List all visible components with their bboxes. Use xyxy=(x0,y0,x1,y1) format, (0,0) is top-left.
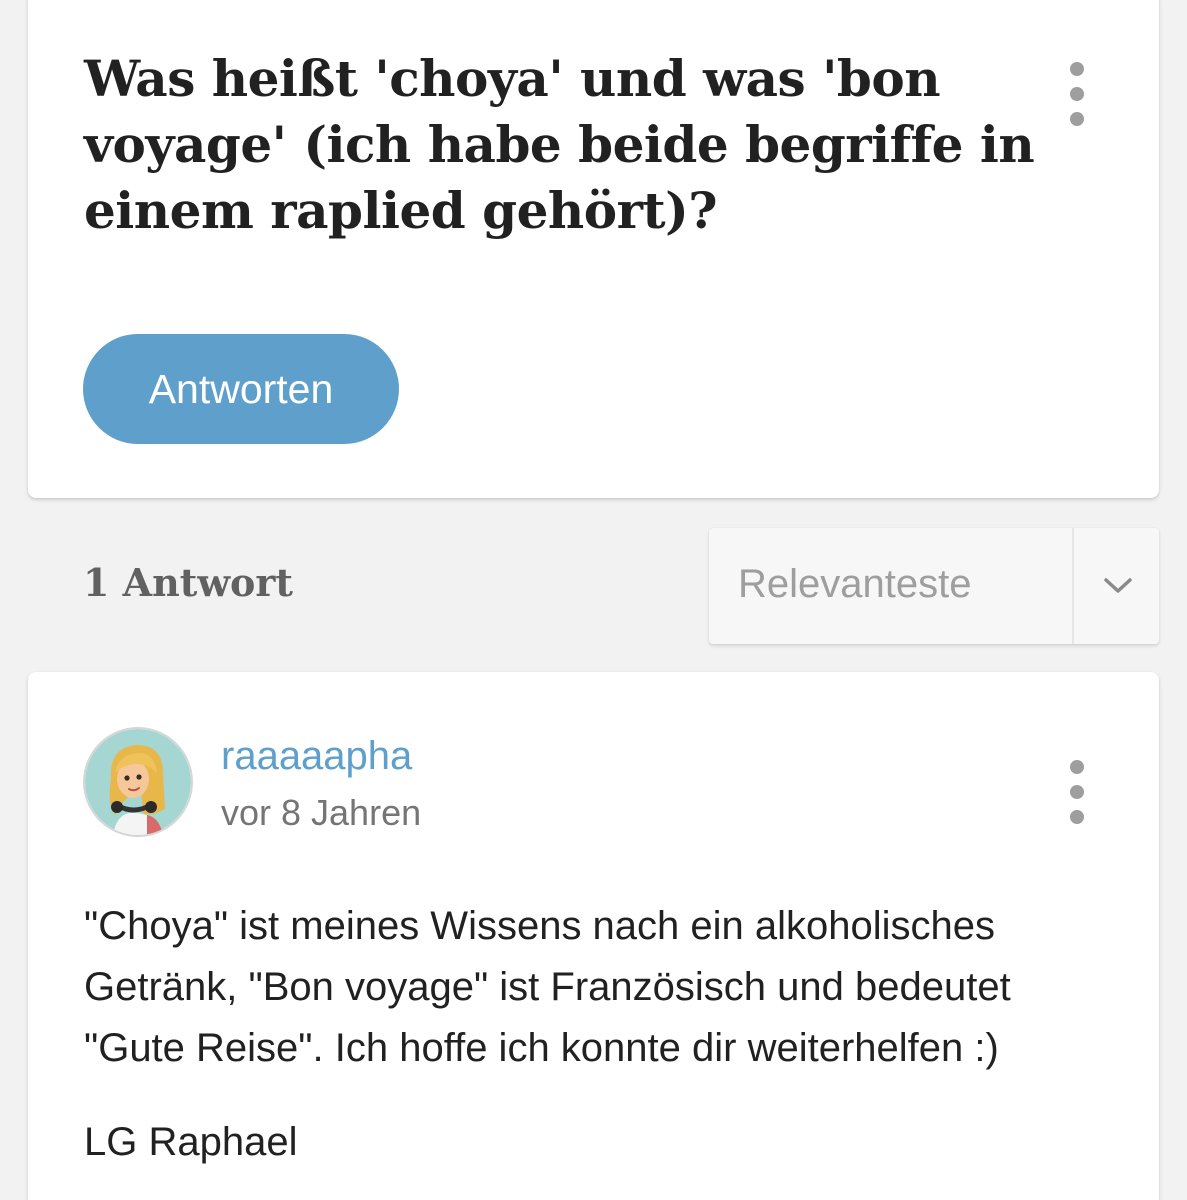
answer-button[interactable]: Antworten xyxy=(83,334,399,444)
question-card: Was heißt 'choya' und was 'bon voyage' (… xyxy=(28,0,1159,498)
kebab-dot xyxy=(1070,62,1084,76)
sort-dropdown[interactable]: Relevanteste xyxy=(709,528,1159,644)
answer-more-options-icon[interactable] xyxy=(1067,760,1087,824)
sort-divider xyxy=(1072,528,1074,644)
kebab-dot xyxy=(1070,760,1084,774)
answer-timestamp: vor 8 Jahren xyxy=(221,792,422,833)
answer-signature: LG Raphael xyxy=(84,1120,298,1164)
kebab-dot xyxy=(1070,810,1084,824)
kebab-dot xyxy=(1070,87,1084,101)
avatar[interactable] xyxy=(83,727,193,837)
kebab-dot xyxy=(1070,112,1084,126)
kebab-dot xyxy=(1070,785,1084,799)
answer-body: "Choya" ist meines Wissens nach ein alko… xyxy=(84,904,1011,1070)
answers-count: 1 Antwort xyxy=(83,560,293,605)
sort-selected-value: Relevanteste xyxy=(738,562,972,606)
question-page: Was heißt 'choya' und was 'bon voyage' (… xyxy=(0,0,1187,1200)
answer-card: raaaaapha vor 8 Jahren "Choya" ist meine… xyxy=(28,672,1159,1200)
question-more-options-icon[interactable] xyxy=(1067,62,1087,126)
question-title: Was heißt 'choya' und was 'bon voyage' (… xyxy=(84,49,1035,240)
chevron-down-icon[interactable] xyxy=(1102,572,1134,598)
user-avatar-icon xyxy=(85,729,191,835)
username-link[interactable]: raaaaapha xyxy=(221,734,412,779)
